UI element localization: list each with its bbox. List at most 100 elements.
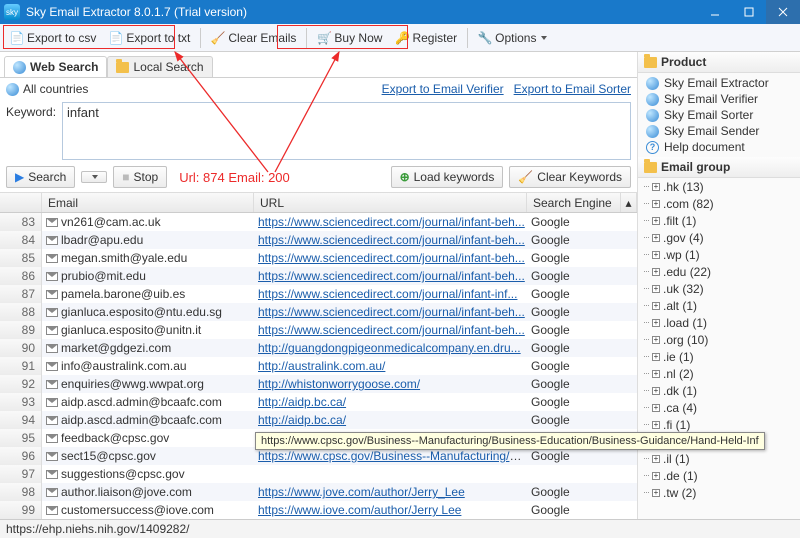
options-button[interactable]: 🔧Options [472, 28, 553, 48]
table-row[interactable]: 99customersuccess@iove.comhttps://www.io… [0, 501, 637, 519]
export-txt-button[interactable]: 📄Export to txt [103, 28, 196, 48]
table-row[interactable]: 84lbadr@apu.eduhttps://www.sciencedirect… [0, 231, 637, 249]
search-dropdown-button[interactable] [81, 171, 107, 183]
tree-item[interactable]: +.nl (2) [638, 365, 800, 382]
cell-url: https://www.cpsc.gov/Business--Manufactu… [254, 449, 527, 463]
tree-item[interactable]: +.com (82) [638, 195, 800, 212]
expand-icon[interactable]: + [652, 353, 660, 361]
export-verifier-link[interactable]: Export to Email Verifier [382, 82, 504, 96]
clear-emails-button[interactable]: 🧹Clear Emails [205, 28, 302, 48]
tree-item[interactable]: +.filt (1) [638, 212, 800, 229]
table-row[interactable]: 85megan.smith@yale.eduhttps://www.scienc… [0, 249, 637, 267]
tree-item[interactable]: +.hk (13) [638, 178, 800, 195]
product-item[interactable]: Sky Email Sorter [638, 107, 800, 123]
keyword-textarea[interactable] [62, 102, 631, 160]
row-number: 98 [0, 483, 42, 501]
tree-item[interactable]: +.wp (1) [638, 246, 800, 263]
export-txt-icon: 📄 [109, 31, 123, 45]
col-engine[interactable]: Search Engine [527, 193, 621, 212]
tree-item[interactable]: +.ie (1) [638, 348, 800, 365]
tree-item[interactable]: +.fi (1) [638, 416, 800, 433]
expand-icon[interactable]: + [652, 302, 660, 310]
cell-url: http://australink.com.au/ [254, 359, 527, 373]
expand-icon[interactable]: + [652, 200, 660, 208]
envelope-icon [46, 290, 58, 299]
url-tooltip: https://www.cpsc.gov/Business--Manufactu… [255, 432, 765, 450]
search-button[interactable]: ▶Search [6, 166, 75, 188]
cell-url: https://www.sciencedirect.com/journal/in… [254, 323, 527, 337]
product-item[interactable]: ?Help document [638, 139, 800, 155]
expand-icon[interactable]: + [652, 489, 660, 497]
expand-icon[interactable]: + [652, 455, 660, 463]
expand-icon[interactable]: + [652, 421, 660, 429]
keyword-input[interactable] [67, 105, 626, 120]
tree-item[interactable]: +.uk (32) [638, 280, 800, 297]
row-number: 86 [0, 267, 42, 285]
buy-now-button[interactable]: 🛒Buy Now [311, 28, 388, 48]
table-row[interactable]: 90market@gdgezi.comhttp://guangdongpigeo… [0, 339, 637, 357]
tree-item[interactable]: +.ca (4) [638, 399, 800, 416]
globe-icon [6, 83, 19, 96]
register-button[interactable]: 🔑Register [389, 28, 463, 48]
col-email[interactable]: Email [42, 193, 254, 212]
table-row[interactable]: 83vn261@cam.ac.ukhttps://www.sciencedire… [0, 213, 637, 231]
cell-url: http://aidp.bc.ca/ [254, 413, 527, 427]
cell-engine: Google [527, 341, 621, 355]
expand-icon[interactable]: + [652, 472, 660, 480]
expand-icon[interactable]: + [652, 234, 660, 242]
expand-icon[interactable]: + [652, 370, 660, 378]
tab-web-search[interactable]: Web Search [4, 56, 107, 77]
export-sorter-link[interactable]: Export to Email Sorter [514, 82, 631, 96]
expand-icon[interactable]: + [652, 217, 660, 225]
envelope-icon [46, 272, 58, 281]
envelope-icon [46, 218, 58, 227]
table-row[interactable]: 97suggestions@cpsc.gov [0, 465, 637, 483]
tree-item[interactable]: +.gov (4) [638, 229, 800, 246]
close-button[interactable] [766, 0, 800, 24]
table-row[interactable]: 86prubio@mit.eduhttps://www.sciencedirec… [0, 267, 637, 285]
table-row[interactable]: 92enquiries@wwg.wwpat.orghttp://whistonw… [0, 375, 637, 393]
tree-item[interactable]: +.tw (2) [638, 484, 800, 501]
table-row[interactable]: 87pamela.barone@uib.eshttps://www.scienc… [0, 285, 637, 303]
maximize-button[interactable] [732, 0, 766, 24]
clear-keywords-button[interactable]: 🧹Clear Keywords [509, 166, 631, 188]
expand-icon[interactable]: + [652, 268, 660, 276]
tree-item[interactable]: +.dk (1) [638, 382, 800, 399]
table-row[interactable]: 93aidp.ascd.admin@bcaafc.comhttp://aidp.… [0, 393, 637, 411]
table-row[interactable]: 88gianluca.esposito@ntu.edu.sghttps://ww… [0, 303, 637, 321]
expand-icon[interactable]: + [652, 404, 660, 412]
tree-item[interactable]: +.load (1) [638, 314, 800, 331]
expand-icon[interactable]: + [652, 285, 660, 293]
table-row[interactable]: 89gianluca.esposito@unitn.ithttps://www.… [0, 321, 637, 339]
col-url[interactable]: URL [254, 193, 527, 212]
expand-icon[interactable]: + [652, 251, 660, 259]
col-rownum[interactable] [0, 193, 42, 212]
country-filter[interactable]: All countries [23, 82, 88, 96]
cell-email: suggestions@cpsc.gov [42, 467, 254, 481]
load-keywords-button[interactable]: ⊕Load keywords [391, 166, 504, 188]
scroll-up-button[interactable]: ▴ [621, 193, 637, 212]
table-row[interactable]: 94aidp.ascd.admin@bcaafc.comhttp://aidp.… [0, 411, 637, 429]
expand-icon[interactable]: + [652, 319, 660, 327]
table-row[interactable]: 91info@australink.com.auhttp://australin… [0, 357, 637, 375]
expand-icon[interactable]: + [652, 336, 660, 344]
row-number: 92 [0, 375, 42, 393]
expand-icon[interactable]: + [652, 183, 660, 191]
chevron-down-icon [541, 36, 547, 40]
product-item[interactable]: Sky Email Extractor [638, 75, 800, 91]
table-row[interactable]: 98author.liaison@jove.comhttps://www.jov… [0, 483, 637, 501]
tree-item[interactable]: +.edu (22) [638, 263, 800, 280]
tab-local-search[interactable]: Local Search [107, 56, 212, 77]
tree-item[interactable]: +.il (1) [638, 450, 800, 467]
tree-item[interactable]: +.alt (1) [638, 297, 800, 314]
minimize-button[interactable] [698, 0, 732, 24]
product-item[interactable]: Sky Email Sender [638, 123, 800, 139]
tree-item[interactable]: +.de (1) [638, 467, 800, 484]
product-item[interactable]: Sky Email Verifier [638, 91, 800, 107]
cell-engine: Google [527, 305, 621, 319]
stop-button[interactable]: ■Stop [113, 166, 167, 188]
window-title: Sky Email Extractor 8.0.1.7 (Trial versi… [26, 5, 247, 19]
export-csv-button[interactable]: 📄Export to csv [4, 28, 102, 48]
expand-icon[interactable]: + [652, 387, 660, 395]
tree-item[interactable]: +.org (10) [638, 331, 800, 348]
